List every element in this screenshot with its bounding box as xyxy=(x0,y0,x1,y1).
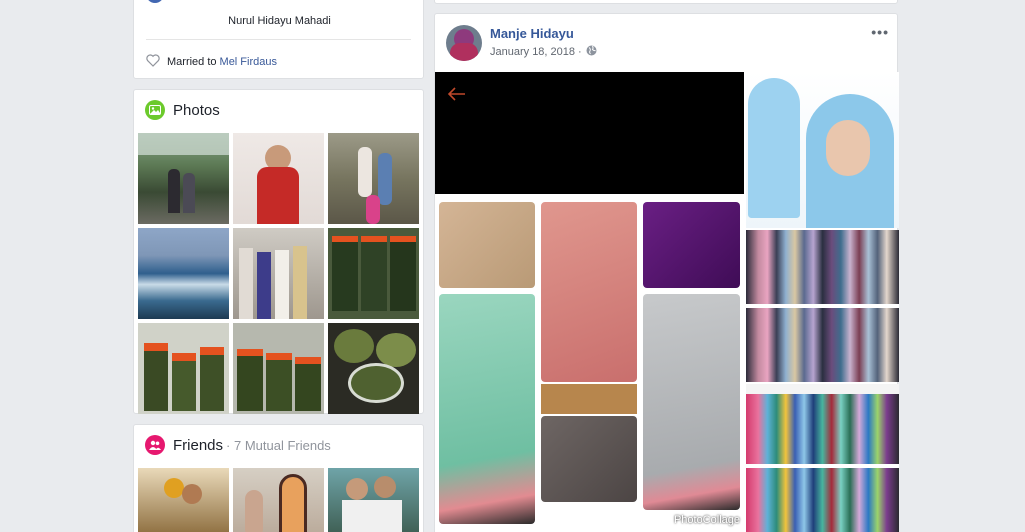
photocollage-watermark: PhotoCollage xyxy=(658,514,740,526)
photos-card: Photos xyxy=(133,89,424,414)
related-person-name[interactable]: Nurul Hidayu Mahadi xyxy=(134,15,425,27)
photo-thumb-red-dress[interactable] xyxy=(233,133,324,224)
relationship-label: Married to xyxy=(167,56,217,68)
photo-thumb-jars[interactable] xyxy=(138,323,229,414)
author-avatar[interactable] xyxy=(446,25,482,61)
side-photo-rack-2[interactable] xyxy=(746,384,899,532)
watermark-text: PhotoCollage xyxy=(673,514,740,526)
photo-thumb-family[interactable] xyxy=(328,133,419,224)
friend-grid xyxy=(138,468,420,532)
globe-icon[interactable] xyxy=(586,45,597,59)
scarf-grey xyxy=(643,294,740,510)
friend-thumb-2[interactable] xyxy=(233,468,324,532)
friends-icon xyxy=(145,435,165,455)
photo-thumb-waves[interactable] xyxy=(138,228,229,319)
side-photos xyxy=(746,72,899,532)
relationship-partner-link[interactable]: Mel Firdaus xyxy=(220,56,277,68)
photo-grid xyxy=(138,133,420,414)
photos-icon xyxy=(145,100,165,120)
photo-thumb-jars-rm[interactable] xyxy=(328,228,419,319)
friends-header[interactable]: Friends · 7 Mutual Friends xyxy=(145,435,331,455)
photos-header[interactable]: Photos xyxy=(145,100,220,120)
photo-thumb-jars-2[interactable] xyxy=(233,323,324,414)
scarf-mint xyxy=(439,294,535,524)
friend-thumb-3[interactable] xyxy=(328,468,419,532)
relationship-row: Married to Mel Firdaus xyxy=(146,54,277,70)
wood-floor xyxy=(541,384,637,414)
friends-title[interactable]: Friends xyxy=(173,437,223,454)
intro-icon xyxy=(146,0,164,3)
mutual-friends-count: · 7 Mutual Friends xyxy=(226,437,331,453)
photocollage-logo-icon xyxy=(658,514,671,526)
post-timestamp[interactable]: January 18, 2018 xyxy=(490,46,575,58)
post-card: Manje Hidayu January 18, 2018 · ••• Phot… xyxy=(434,13,899,532)
photos-title[interactable]: Photos xyxy=(173,102,220,119)
side-photo-rack-1[interactable] xyxy=(746,230,899,382)
intro-divider xyxy=(146,39,411,40)
photo-thumb-wedding[interactable] xyxy=(233,228,324,319)
scarf-dark-grey xyxy=(541,416,637,502)
friends-card: Friends · 7 Mutual Friends xyxy=(133,424,424,532)
post-author-name[interactable]: Manje Hidayu xyxy=(490,26,574,41)
photo-thumb-bowls[interactable] xyxy=(328,323,419,414)
meta-separator: · xyxy=(578,46,582,58)
scarf-pink xyxy=(541,202,637,382)
post-options-button[interactable]: ••• xyxy=(871,24,889,40)
post-meta: January 18, 2018 · xyxy=(490,45,597,59)
previous-post-bottom xyxy=(434,0,898,4)
friend-thumb-1[interactable] xyxy=(138,468,229,532)
scarf-collage: PhotoCollage xyxy=(435,194,744,532)
heart-icon xyxy=(146,54,160,70)
scarf-beige xyxy=(439,202,535,288)
arrow-left-icon[interactable] xyxy=(447,87,467,106)
main-photo[interactable]: PhotoCollage xyxy=(435,72,744,532)
photo-thumb-park[interactable] xyxy=(138,133,229,224)
intro-card: Nurul Hidayu Mahadi Married to Mel Firda… xyxy=(133,0,424,79)
side-photo-hijab-model[interactable] xyxy=(746,72,899,228)
post-media: PhotoCollage xyxy=(435,72,899,532)
scarf-purple xyxy=(643,202,740,288)
